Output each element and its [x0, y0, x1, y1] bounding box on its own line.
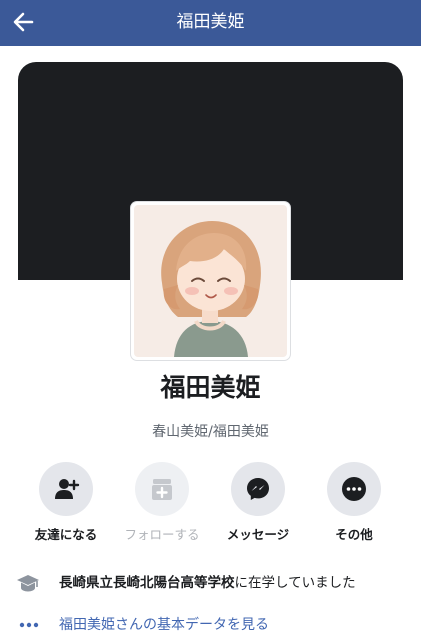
- follow-button[interactable]: フォローする: [114, 462, 210, 543]
- school-name[interactable]: 長崎県立長崎北陽台高等学校: [59, 575, 235, 591]
- messenger-icon: [247, 478, 269, 500]
- graduation-cap-icon: [17, 575, 39, 592]
- ellipsis-icon: [19, 622, 39, 628]
- education-suffix: に在学していました: [234, 575, 356, 591]
- message-label: メッセージ: [226, 527, 290, 542]
- alternate-name: 春山美姫/福田美姫: [152, 424, 269, 440]
- page-title: 福田美姫: [176, 12, 245, 32]
- message-circle[interactable]: [231, 462, 285, 516]
- follow-circle[interactable]: [135, 462, 189, 516]
- follow-icon: [152, 479, 172, 500]
- follow-label: フォローする: [124, 527, 200, 542]
- add-friend-button[interactable]: 友達になる: [18, 462, 114, 543]
- about-link[interactable]: 福田美姫さんの基本データを見る: [16, 614, 416, 636]
- more-options-circle[interactable]: [327, 462, 381, 516]
- add-friend-circle[interactable]: [39, 462, 93, 516]
- action-bar: 友達になる フォローする メッセージ その他: [0, 462, 421, 544]
- top-bar: 福田美姫: [0, 0, 421, 46]
- profile-picture[interactable]: [131, 202, 290, 360]
- more-icon: [342, 477, 366, 501]
- education-info: 長崎県立長崎北陽台高等学校に在学していました: [16, 572, 416, 594]
- add-friend-label: 友達になる: [34, 527, 98, 542]
- education-text: 長崎県立長崎北陽台高等学校に在学していました: [59, 574, 356, 592]
- about-link-label[interactable]: 福田美姫さんの基本データを見る: [59, 615, 269, 635]
- message-button[interactable]: メッセージ: [210, 462, 306, 543]
- avatar-illustration: [134, 205, 287, 357]
- add-friend-icon: [55, 479, 80, 499]
- more-options-button[interactable]: その他: [306, 462, 402, 543]
- profile-name: 福田美姫: [160, 373, 261, 402]
- more-options-label: その他: [335, 527, 373, 542]
